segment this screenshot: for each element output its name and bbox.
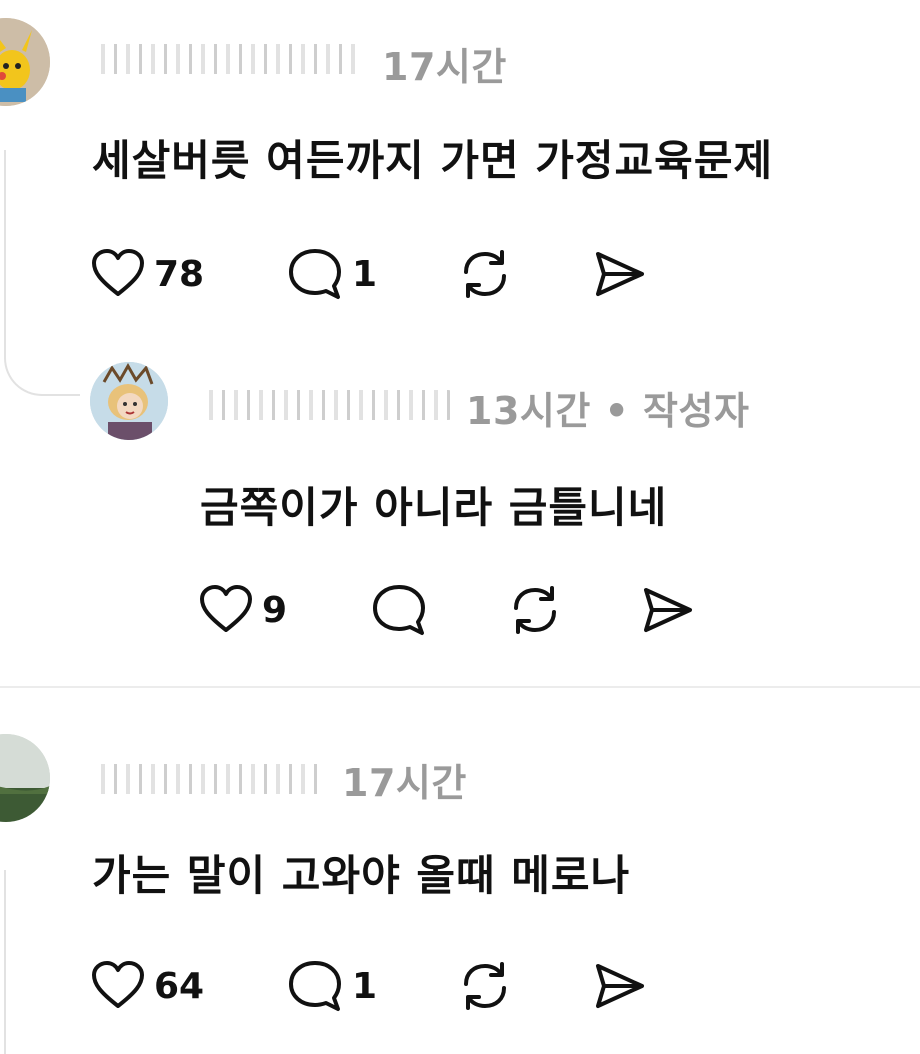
- reply-button[interactable]: 1: [286, 958, 377, 1014]
- username-redacted[interactable]: [92, 44, 364, 74]
- pikachu-avatar-icon: [0, 18, 50, 106]
- avatar[interactable]: [0, 734, 50, 822]
- share-button[interactable]: [592, 248, 648, 300]
- reply-button[interactable]: 1: [286, 246, 377, 302]
- comment-bubble-icon: [289, 249, 341, 299]
- like-button[interactable]: 9: [198, 584, 287, 636]
- share-send-icon: [596, 964, 644, 1008]
- share-send-icon: [644, 588, 692, 632]
- share-button[interactable]: [592, 960, 648, 1012]
- comment-time: 13시간 • 작성자: [466, 389, 750, 433]
- repost-icon: [464, 250, 506, 298]
- reply-count: 1: [352, 965, 378, 1007]
- like-count: 64: [154, 965, 205, 1007]
- like-button[interactable]: 64: [90, 960, 204, 1012]
- thread-line: [4, 870, 6, 1054]
- avatar[interactable]: [90, 362, 168, 440]
- repost-button[interactable]: [456, 958, 514, 1014]
- comment-divider: [0, 686, 920, 688]
- avatar[interactable]: [0, 18, 50, 106]
- reply-button[interactable]: [370, 582, 436, 638]
- comment-bubble-icon: [289, 961, 341, 1011]
- thread-line: [4, 150, 6, 340]
- comment-time: 17시간: [342, 761, 467, 805]
- heart-icon: [92, 961, 144, 1008]
- like-count: 78: [154, 253, 205, 295]
- username-redacted[interactable]: [92, 764, 326, 794]
- thread-reply-connector: [4, 318, 80, 396]
- comment-time: 17시간: [382, 45, 507, 89]
- like-count: 9: [262, 589, 288, 631]
- share-send-icon: [596, 252, 644, 296]
- repost-icon: [464, 962, 506, 1010]
- heart-icon: [92, 249, 144, 296]
- landscape-avatar-icon: [0, 734, 50, 822]
- comment-text: 가는 말이 고와야 올때 메로나: [92, 851, 631, 900]
- share-button[interactable]: [640, 584, 696, 636]
- like-button[interactable]: 78: [90, 248, 204, 300]
- username-redacted[interactable]: [200, 390, 454, 420]
- repost-button[interactable]: [506, 582, 564, 638]
- comment-bubble-icon: [373, 585, 425, 635]
- comment-text: 금쪽이가 아니라 금틀니네: [200, 483, 668, 532]
- reply-count: 1: [352, 253, 378, 295]
- cartoon-girl-avatar-icon: [90, 362, 168, 440]
- comment-text: 세살버릇 여든까지 가면 가정교육문제: [92, 136, 774, 185]
- repost-button[interactable]: [456, 246, 514, 302]
- repost-icon: [514, 586, 556, 634]
- heart-icon: [200, 585, 252, 632]
